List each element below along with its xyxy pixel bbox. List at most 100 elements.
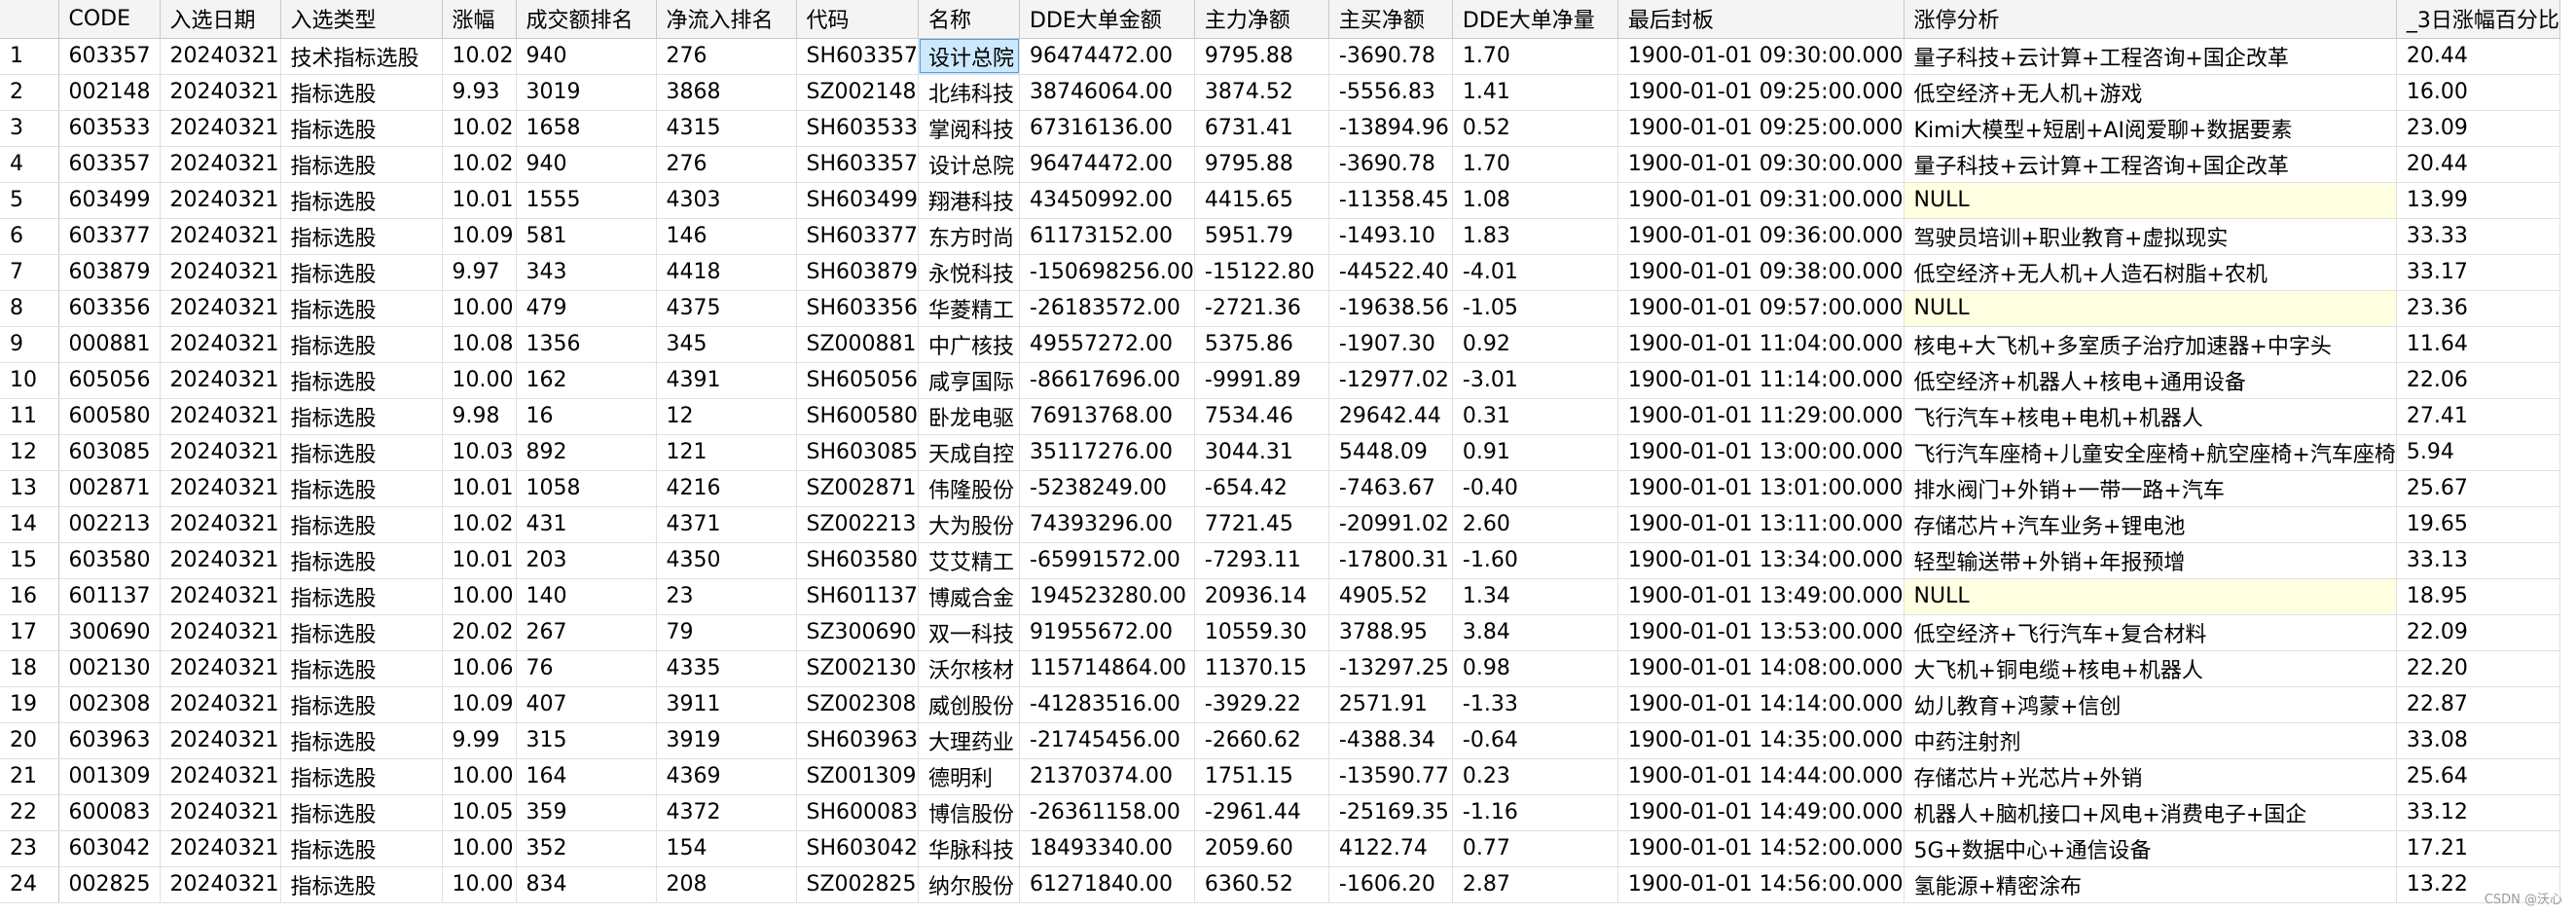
table-cell[interactable]: SZ002213 xyxy=(796,506,919,543)
table-cell[interactable]: -3690.78 xyxy=(1328,146,1453,183)
table-cell[interactable]: SH603085 xyxy=(796,434,919,471)
table-cell[interactable]: 23.09 xyxy=(2396,110,2560,147)
table-cell[interactable]: -0.40 xyxy=(1452,470,1618,507)
table-cell[interactable]: 74393296.00 xyxy=(1019,506,1195,543)
table-cell[interactable]: 0.98 xyxy=(1452,650,1618,687)
table-cell[interactable]: 002213 xyxy=(58,506,161,543)
table-cell[interactable]: 3911 xyxy=(656,686,797,723)
table-cell[interactable]: 76 xyxy=(516,650,657,687)
table-cell[interactable]: 4303 xyxy=(656,182,797,219)
table-cell[interactable]: 20240321 xyxy=(160,758,281,795)
table-cell[interactable]: 343 xyxy=(516,254,657,291)
table-row[interactable]: 1 603357 20240321 技术指标选股 10.02 940 276 SH603357… xyxy=(0,38,2560,75)
table-cell[interactable]: 208 xyxy=(656,866,797,903)
row-number[interactable]: 9 xyxy=(0,326,59,363)
table-cell[interactable]: SH603356 xyxy=(796,290,919,327)
table-cell[interactable]: 1900-01-01 13:53:00.000 xyxy=(1617,614,1905,651)
table-cell[interactable]: 20.44 xyxy=(2396,146,2560,183)
table-cell[interactable]: -0.64 xyxy=(1452,722,1618,759)
table-cell[interactable]: 13.99 xyxy=(2396,182,2560,219)
table-cell[interactable]: 4369 xyxy=(656,758,797,795)
table-cell[interactable]: 威创股份 xyxy=(918,686,1020,723)
table-cell[interactable]: 140 xyxy=(516,578,657,615)
table-cell[interactable]: 33.33 xyxy=(2396,218,2560,255)
table-cell[interactable]: 315 xyxy=(516,722,657,759)
column-header[interactable]: 主力净额 xyxy=(1194,0,1329,39)
row-number[interactable]: 17 xyxy=(0,614,59,651)
table-cell[interactable]: SH600580 xyxy=(796,398,919,435)
table-cell[interactable]: 20240321 xyxy=(160,182,281,219)
table-cell[interactable]: 352 xyxy=(516,830,657,867)
table-cell[interactable]: 3919 xyxy=(656,722,797,759)
table-cell[interactable]: 11.64 xyxy=(2396,326,2560,363)
table-cell[interactable]: 5448.09 xyxy=(1328,434,1453,471)
row-number[interactable]: 13 xyxy=(0,470,59,507)
table-cell[interactable]: 20240321 xyxy=(160,470,281,507)
table-cell[interactable]: 20936.14 xyxy=(1194,578,1329,615)
table-cell[interactable]: 603357 xyxy=(58,38,161,75)
table-row[interactable]: 18 002130 20240321 指标选股 10.06 76 4335 SZ002130 沃… xyxy=(0,650,2560,687)
table-cell[interactable]: 146 xyxy=(656,218,797,255)
table-cell[interactable]: 0.31 xyxy=(1452,398,1618,435)
table-cell[interactable]: 21370374.00 xyxy=(1019,758,1195,795)
table-cell[interactable]: -654.42 xyxy=(1194,470,1329,507)
table-row[interactable]: 4 603357 20240321 指标选股 10.02 940 276 SH603357 设计… xyxy=(0,146,2560,183)
table-cell[interactable]: 20240321 xyxy=(160,614,281,651)
table-cell[interactable]: 38746064.00 xyxy=(1019,74,1195,111)
table-row[interactable]: 22 600083 20240321 指标选股 10.05 359 4372 SH600083… xyxy=(0,794,2560,831)
table-cell[interactable]: 407 xyxy=(516,686,657,723)
table-cell[interactable]: SZ002148 xyxy=(796,74,919,111)
table-cell[interactable]: 20240321 xyxy=(160,290,281,327)
column-header[interactable]: 入选日期 xyxy=(160,0,281,39)
row-number[interactable]: 5 xyxy=(0,182,59,219)
table-cell[interactable]: 指标选股 xyxy=(280,254,443,291)
table-cell[interactable]: 002148 xyxy=(58,74,161,111)
table-cell[interactable]: SZ002308 xyxy=(796,686,919,723)
table-cell[interactable]: 3788.95 xyxy=(1328,614,1453,651)
table-cell[interactable]: 机器人+脑机接口+风电+消费电子+国企 xyxy=(1904,794,2397,831)
table-cell[interactable]: SH603963 xyxy=(796,722,919,759)
table-cell[interactable]: 指标选股 xyxy=(280,434,443,471)
table-cell[interactable]: -21745456.00 xyxy=(1019,722,1195,759)
column-header[interactable]: 净流入排名 xyxy=(656,0,797,39)
table-cell[interactable]: SH603042 xyxy=(796,830,919,867)
table-cell[interactable]: 低空经济+无人机+人造石树脂+农机 xyxy=(1904,254,2397,291)
table-cell[interactable]: 431 xyxy=(516,506,657,543)
table-cell[interactable]: 603042 xyxy=(58,830,161,867)
table-cell[interactable]: 3868 xyxy=(656,74,797,111)
table-cell[interactable]: 0.52 xyxy=(1452,110,1618,147)
table-cell[interactable]: SH603879 xyxy=(796,254,919,291)
table-cell[interactable]: 300690 xyxy=(58,614,161,651)
row-number[interactable]: 14 xyxy=(0,506,59,543)
table-cell[interactable]: 轻型输送带+外销+年报预增 xyxy=(1904,542,2397,579)
table-cell[interactable]: 博信股份 xyxy=(918,794,1020,831)
row-number[interactable]: 12 xyxy=(0,434,59,471)
table-cell[interactable]: 603580 xyxy=(58,542,161,579)
table-cell[interactable]: 核电+大飞机+多室质子治疗加速器+中字头 xyxy=(1904,326,2397,363)
table-cell[interactable]: 600580 xyxy=(58,398,161,435)
table-cell[interactable]: 276 xyxy=(656,146,797,183)
table-cell[interactable]: 1900-01-01 13:11:00.000 xyxy=(1617,506,1905,543)
column-header[interactable]: 涨停分析 xyxy=(1904,0,2397,39)
table-cell[interactable]: 10.00 xyxy=(442,830,517,867)
table-cell[interactable]: 276 xyxy=(656,38,797,75)
row-number[interactable]: 19 xyxy=(0,686,59,723)
table-cell[interactable]: -13297.25 xyxy=(1328,650,1453,687)
table-row[interactable]: 19 002308 20240321 指标选股 10.09 407 3911 SZ002308… xyxy=(0,686,2560,723)
table-cell[interactable]: 20240321 xyxy=(160,362,281,399)
table-cell[interactable]: -2721.36 xyxy=(1194,290,1329,327)
table-cell[interactable]: 低空经济+飞行汽车+复合材料 xyxy=(1904,614,2397,651)
table-cell[interactable]: 29642.44 xyxy=(1328,398,1453,435)
row-number[interactable]: 3 xyxy=(0,110,59,147)
table-cell[interactable]: 1900-01-01 14:56:00.000 xyxy=(1617,866,1905,903)
table-cell[interactable]: 驾驶员培训+职业教育+虚拟现实 xyxy=(1904,218,2397,255)
column-header[interactable]: 代码 xyxy=(796,0,919,39)
table-cell[interactable]: 9795.88 xyxy=(1194,38,1329,75)
table-cell[interactable]: 10.03 xyxy=(442,434,517,471)
table-cell[interactable]: 博威合金 xyxy=(918,578,1020,615)
table-cell[interactable]: 1058 xyxy=(516,470,657,507)
table-cell[interactable]: -3929.22 xyxy=(1194,686,1329,723)
table-cell[interactable]: 20240321 xyxy=(160,866,281,903)
table-cell[interactable]: 卧龙电驱 xyxy=(918,398,1020,435)
table-cell[interactable]: 91955672.00 xyxy=(1019,614,1195,651)
